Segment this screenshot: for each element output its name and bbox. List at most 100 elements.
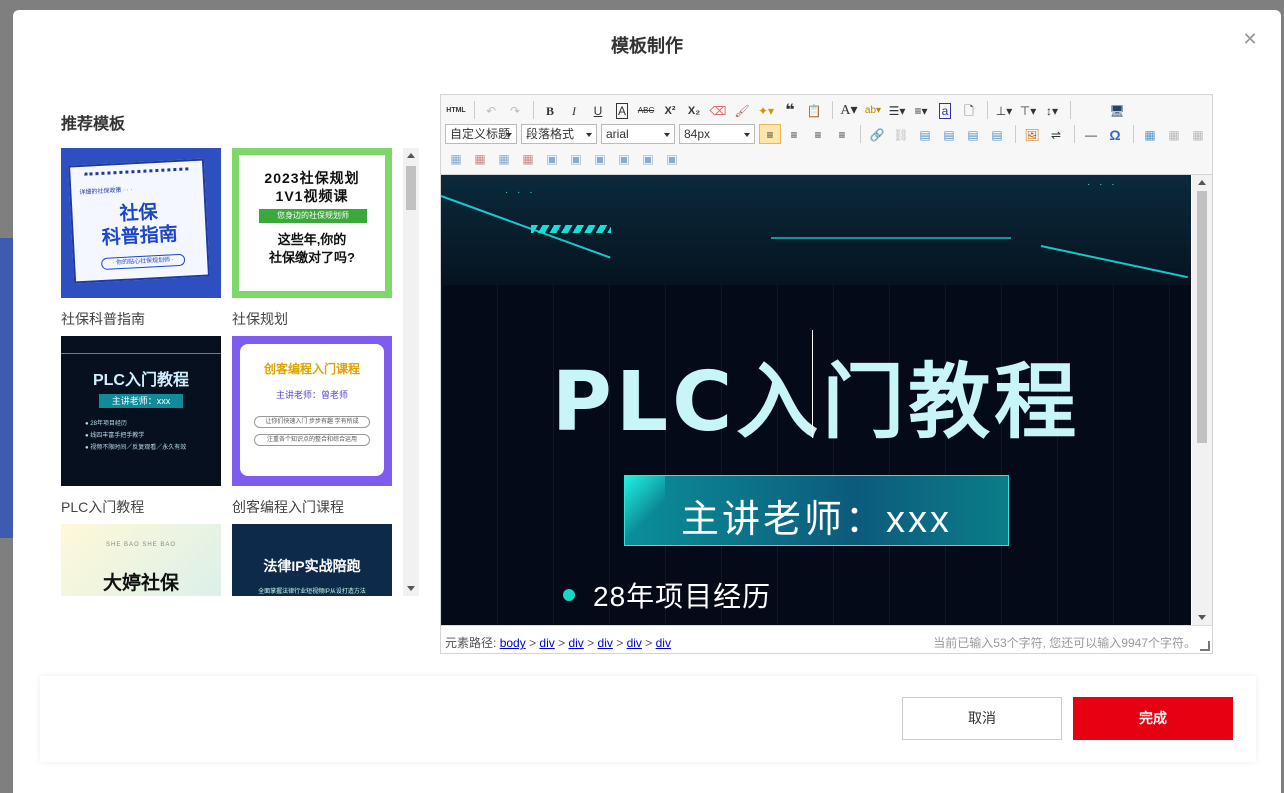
insert-table-icon[interactable]: ▦	[1139, 124, 1161, 144]
template-label: 社保规划	[232, 311, 288, 327]
teacher-text[interactable]: 主讲老师：xxx	[625, 488, 1008, 543]
thumbnail-pill: 让你们快速入门 步步有趣 学有所成	[254, 416, 370, 428]
undo-icon[interactable]: ↶	[480, 100, 502, 120]
preview-icon[interactable]: 🖥	[1106, 100, 1128, 120]
editor-content-area[interactable]: · · · · · · PLC入门教程 主讲老师：xxx 28年项目经历	[441, 175, 1191, 625]
scrollbar-thumb[interactable]	[1197, 191, 1207, 443]
html-source-button[interactable]: HTML	[445, 100, 467, 120]
bullet-text[interactable]: 28年项目经历	[593, 575, 771, 615]
thumbnail-title: 社保 科普指南	[101, 202, 179, 249]
split-cells-icon[interactable]: ▣	[613, 148, 635, 168]
template-thumbnail: 2023社保规划 1V1视频课 您身边的社保规划师 这些年,你的 社保缴对了吗?	[232, 148, 392, 298]
split-rows-icon[interactable]: ▣	[637, 148, 659, 168]
thumbnail-title: 法律IP实战陪跑	[263, 558, 361, 574]
scroll-up-icon[interactable]	[1198, 180, 1206, 185]
insert-row-icon[interactable]: ▦	[445, 148, 467, 168]
resize-handle-icon[interactable]	[1200, 641, 1210, 651]
template-card-social-security-planning[interactable]: 2023社保规划 1V1视频课 您身边的社保规划师 这些年,你的 社保缴对了吗? 社…	[232, 148, 392, 329]
merge-down-icon[interactable]: ▣	[589, 148, 611, 168]
font-size-select[interactable]: 84px	[679, 124, 755, 144]
align-right-icon[interactable]: ≡	[807, 124, 829, 144]
content-main-title[interactable]: PLC入门教程	[441, 335, 1191, 454]
insert-col-icon[interactable]: ▦	[493, 148, 515, 168]
vertical-align-icon[interactable]: ⊥▾	[993, 100, 1015, 120]
decoration-line	[771, 237, 1011, 239]
link-icon[interactable]: 🔗	[866, 124, 888, 144]
path-link-div[interactable]: div	[539, 636, 554, 650]
path-link-div[interactable]: div	[568, 636, 583, 650]
merge-right-icon[interactable]: ▣	[565, 148, 587, 168]
clear-doc-icon[interactable]: 🗋	[958, 100, 980, 120]
path-link-div[interactable]: div	[598, 636, 613, 650]
line-height-icon[interactable]: ↕▾	[1041, 100, 1063, 120]
editor-scrollbar[interactable]	[1192, 175, 1212, 625]
underline-button[interactable]: U	[587, 100, 609, 120]
delete-table-icon[interactable]: ▦	[1163, 124, 1185, 144]
italic-button[interactable]: I	[563, 100, 585, 120]
paragraph-spacing-icon[interactable]: ⊤▾	[1017, 100, 1039, 120]
font-border-button[interactable]: A	[611, 100, 633, 120]
unordered-list-icon[interactable]: ≡▾	[910, 100, 932, 120]
thumbnail-pill: · 你的贴心社保规划师 ·	[100, 253, 186, 271]
template-list-scrollbar[interactable]	[403, 148, 419, 596]
strikethrough-button[interactable]: ABC	[635, 100, 657, 120]
insert-paragraph-before-table-icon[interactable]: ▦	[1187, 124, 1209, 144]
path-link-body[interactable]: body	[500, 636, 526, 650]
toolbar-separator	[1133, 125, 1134, 143]
path-link-div[interactable]: div	[656, 636, 671, 650]
merge-cells-icon[interactable]: ▣	[541, 148, 563, 168]
scroll-down-icon[interactable]	[407, 586, 415, 591]
unlink-icon[interactable]: ⛓	[890, 124, 912, 144]
superscript-button[interactable]: X²	[659, 100, 681, 120]
insert-image-icon[interactable]: 🖼	[1021, 124, 1043, 144]
auto-format-icon[interactable]: ✦▾	[755, 100, 777, 120]
redo-icon[interactable]: ↷	[504, 100, 526, 120]
template-card-legal-ip[interactable]: 法律IP实战陪跑 全面掌握法律行业短视频IP从设打造方法	[232, 524, 392, 596]
thumbnail-subtitle: 主讲老师：xxx	[99, 394, 183, 408]
font-family-select[interactable]: arial	[601, 124, 675, 144]
image-center-icon[interactable]: ▤	[986, 124, 1008, 144]
template-card-plc-tutorial[interactable]: PLC入门教程 主讲老师：xxx ● 28年项目经历 ● 线四丰富手把手教学 ●…	[61, 336, 221, 517]
path-link-div[interactable]: div	[627, 636, 642, 650]
confirm-button[interactable]: 完成	[1073, 697, 1233, 740]
horizontal-rule-button[interactable]: —	[1080, 124, 1102, 144]
image-float-left-icon[interactable]: ▤	[938, 124, 960, 144]
paste-text-icon[interactable]: 📋	[803, 100, 825, 120]
align-center-icon[interactable]: ≡	[783, 124, 805, 144]
align-justify-icon[interactable]: ≡	[831, 124, 853, 144]
thumbnail-frame	[61, 344, 221, 354]
template-card-maker-programming[interactable]: 创客编程入门课程 主讲老师：曾老师 让你们快速入门 步步有趣 学有所成 注重各个…	[232, 336, 392, 517]
bold-button[interactable]: B	[539, 100, 561, 120]
background-color-button[interactable]: ab▾	[862, 100, 884, 120]
heading-select[interactable]: 自定义标题	[445, 124, 517, 144]
template-card-social-security-guide[interactable]: 详细的社保政策 · · · 社保 科普指南 · 你的贴心社保规划师 · 社保科普指…	[61, 148, 221, 329]
scroll-down-icon[interactable]	[1198, 615, 1206, 620]
teacher-banner: 主讲老师：xxx	[624, 475, 1009, 546]
align-left-icon[interactable]: ≡	[759, 124, 781, 144]
eraser-icon[interactable]: ⌫	[707, 100, 729, 120]
thumbnail-subtitle: 这些年,你的 社保缴对了吗?	[269, 232, 355, 265]
delete-col-icon[interactable]: ▦	[517, 148, 539, 168]
image-float-none-icon[interactable]: ▤	[914, 124, 936, 144]
case-convert-button[interactable]: a	[934, 100, 956, 120]
ordered-list-icon[interactable]: ☰▾	[886, 100, 908, 120]
special-char-button[interactable]: Ω	[1104, 124, 1126, 144]
page-break-icon[interactable]: ⇌	[1045, 124, 1067, 144]
split-cols-icon[interactable]: ▣	[661, 148, 683, 168]
template-card-dating-social-security[interactable]: SHE BAO SHE BAO 大婷社保	[61, 524, 221, 596]
paragraph-format-select[interactable]: 段落格式	[521, 124, 597, 144]
image-float-right-icon[interactable]: ▤	[962, 124, 984, 144]
blockquote-icon[interactable]: ❝	[779, 100, 801, 120]
close-icon[interactable]: ✕	[1241, 30, 1259, 48]
subscript-button[interactable]: X₂	[683, 100, 705, 120]
template-label: PLC入门教程	[61, 499, 145, 515]
toolbar-separator	[1070, 101, 1071, 119]
font-color-button[interactable]: A▾	[838, 100, 860, 120]
delete-row-icon[interactable]: ▦	[469, 148, 491, 168]
scroll-up-icon[interactable]	[407, 153, 415, 158]
format-brush-icon[interactable]: 🖌	[731, 100, 753, 120]
scrollbar-thumb[interactable]	[406, 166, 416, 210]
path-separator: >	[558, 636, 566, 650]
cancel-button[interactable]: 取消	[902, 697, 1062, 740]
thumbnail-small-text: SHE BAO SHE BAO	[105, 542, 177, 548]
